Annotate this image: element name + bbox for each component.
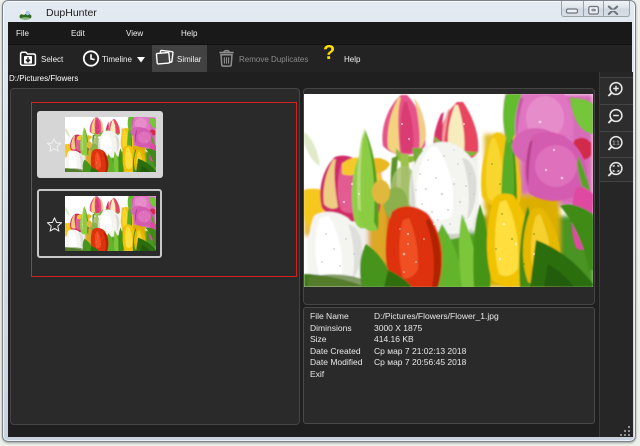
svg-text:1:1: 1:1 [613,140,620,146]
